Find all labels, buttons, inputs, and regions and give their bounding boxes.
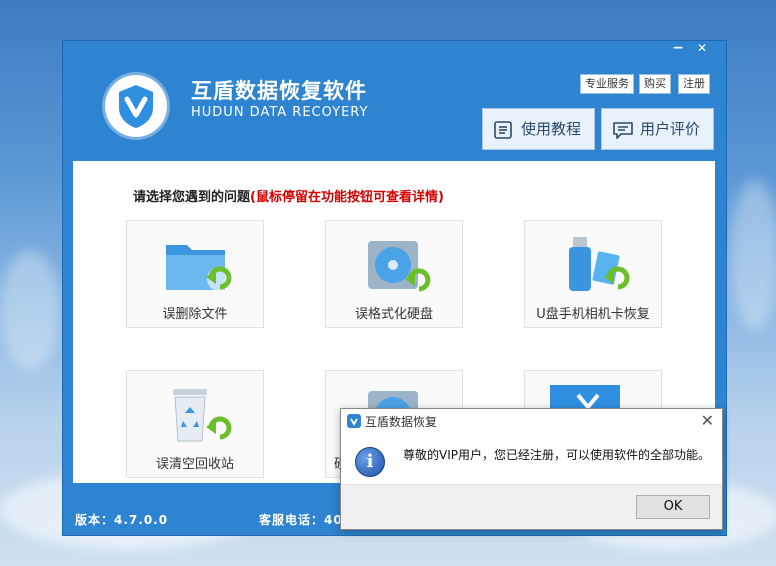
harddisk-restore-icon	[368, 241, 431, 292]
cloud	[730, 180, 776, 330]
tile-label: 误格式化硬盘	[354, 307, 433, 322]
app-subtitle: HUDUN DATA RECOYERY	[191, 105, 369, 120]
format-disk-tile[interactable]: 误格式化硬盘	[325, 220, 463, 328]
recycle-bin-tile[interactable]: 误清空回收站	[126, 370, 264, 478]
info-icon: i	[355, 447, 385, 477]
review-label: 用户评价	[640, 120, 701, 138]
app-logo	[105, 75, 167, 137]
recycle-bin-restore-icon	[173, 389, 232, 442]
shield-icon	[119, 85, 153, 128]
dialog-close-button[interactable]: ✕	[701, 411, 714, 430]
register-link[interactable]: 注册	[678, 74, 710, 94]
message-dialog: 互盾数据恢复 ✕ i 尊敬的VIP用户，您已经注册，可以使用软件的全部功能。 O…	[340, 408, 723, 530]
prompt-main: 请选择您遇到的问题	[133, 190, 251, 205]
ok-button[interactable]: OK	[636, 495, 710, 519]
deleted-file-tile[interactable]: 误删除文件	[126, 220, 264, 328]
tile-label: U盘手机相机卡恢复	[536, 307, 650, 322]
comment-icon	[613, 122, 633, 139]
phone-text: 客服电话：400	[259, 513, 353, 527]
dialog-footer: OK	[341, 484, 722, 529]
dialog-title: 互盾数据恢复	[365, 415, 438, 429]
prompt-hint: (鼠标停留在功能按钮可查看详情)	[250, 190, 444, 205]
book-icon	[494, 121, 512, 139]
tutorial-label: 使用教程	[521, 120, 582, 138]
folder-restore-icon	[166, 245, 232, 291]
app-shield-small-icon	[347, 414, 361, 428]
purchase-link[interactable]: 购买	[639, 74, 671, 94]
instruction-prompt: 请选择您遇到的问题(鼠标停留在功能按钮可查看详情)	[133, 186, 444, 205]
usb-card-tile[interactable]: U盘手机相机卡恢复	[524, 220, 662, 328]
app-title: 互盾数据恢复软件	[191, 79, 367, 103]
tile-label: 误清空回收站	[155, 457, 234, 472]
review-button[interactable]: 用户评价	[601, 108, 714, 150]
tutorial-button[interactable]: 使用教程	[482, 108, 595, 150]
usb-card-restore-icon	[569, 237, 630, 291]
minimize-button[interactable]: −	[666, 41, 690, 57]
version-text: 版本：4.7.0.0	[75, 513, 169, 527]
tile-label: 误删除文件	[162, 307, 228, 322]
dialog-message: 尊敬的VIP用户，您已经注册，可以使用软件的全部功能。	[403, 448, 710, 462]
pro-service-link[interactable]: 专业服务	[580, 74, 634, 94]
cloud	[0, 250, 60, 370]
close-button[interactable]: ✕	[690, 41, 714, 57]
